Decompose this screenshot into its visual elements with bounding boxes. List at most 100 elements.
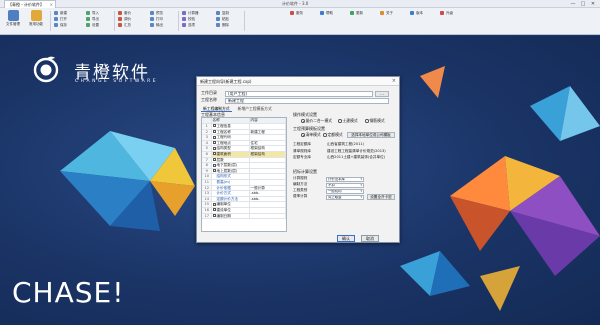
mode-option[interactable]: 钢筋模式 [365,118,385,123]
window-controls: — □ ✕ [568,0,598,8]
fish-small [480,266,520,311]
method-select[interactable]: 不扣 [326,182,364,188]
ribbon-item[interactable]: 升级 [440,10,453,16]
basic-info-grid: 名称 内容 1 工程信息 2 工程名称 新建工程 3 工程代码 4 工程地点 住宅 5 结构类型 框架结… [201,117,287,232]
ok-button[interactable]: 确认 [337,235,355,242]
ribbon-item[interactable]: 关于 [380,10,393,16]
new-project-dialog: 新建工程向导(新建工程.cxp) × 工作目录 (用户工程) ... 工程名称 … [196,76,400,243]
copy-icon [216,11,220,15]
ribbon-divider [114,11,115,31]
ribbon-group-pricing: 套价 调价 汇总 [118,10,131,32]
checkbox-icon[interactable] [212,146,216,150]
ribbon-group-report: 预览 打印 输出 [150,10,163,32]
adjust-icon [118,17,122,21]
service-icon [290,11,294,15]
checkbox-icon[interactable] [212,208,216,212]
file-manage-button[interactable]: 文件管理 [3,10,23,32]
checkbox-icon[interactable] [212,169,216,173]
row-name-text: 结构类型 [216,146,231,151]
import-icon [86,11,90,15]
template-option[interactable]: 定额模式 [323,132,343,137]
paste-icon [216,17,220,21]
row-name-text: 工程地点 [216,140,231,145]
checkbox-icon[interactable] [212,152,216,156]
version-icon [410,11,414,15]
radio-icon [301,133,305,137]
mode-option[interactable]: 量价二合一模式 [301,118,332,123]
save-icon [54,23,58,27]
select-row: 计算规则 [293,176,307,181]
dialog-close-icon[interactable]: × [392,77,396,86]
row-name-text: 计价依据 [216,185,231,190]
ribbon-item[interactable]: 设置 [86,22,99,28]
ribbon-item[interactable]: 选项 [182,22,199,28]
kv-label: 清单规则库 [293,149,311,153]
close-window-button[interactable]: ✕ [588,0,598,8]
ribbon-right-group: 更新 [350,10,363,32]
workdir-field[interactable]: (用户工程) [225,91,373,97]
ribbon-item[interactable]: 输出 [150,22,163,28]
calc-rule-select[interactable]: 计价范本库 [326,176,364,182]
slogan: CHASE! [12,276,125,309]
ribbon-item[interactable]: 版本 [410,10,423,16]
ribbon-right-group: 关于 [380,10,393,32]
project-name-field[interactable]: 新建工程 [225,98,389,104]
kv-value[interactable]: 山西2011土建+建筑装饰(合并单位) [327,155,385,160]
new-icon [54,11,58,15]
workdir-label: 工作目录 [201,90,217,95]
select-label: 计算规则 [293,176,308,180]
calc-section-title: 招标计算设置 [293,169,317,174]
ribbon-item[interactable]: 汇总 [118,22,131,28]
ribbon-item[interactable]: 删除 [216,22,229,28]
browse-button[interactable]: ... [375,91,389,97]
category-select[interactable]: 一般机构 [326,188,364,194]
checkbox-icon[interactable] [212,129,216,133]
file-manage-label: 文件管理 [6,22,20,26]
ribbon-item[interactable]: 帮助 [320,10,333,16]
checkbox-icon[interactable] [212,163,216,167]
row-name-text: 工程名称 [216,129,231,134]
print-icon [150,17,154,21]
maximize-button[interactable]: □ [578,0,588,8]
update-icon [350,11,354,15]
template-option[interactable]: 清单模式 [301,132,321,137]
row-name-text: 编制日期 [216,213,231,218]
rate-select[interactable]: 向上取整 [326,194,364,200]
document-tab[interactable]: 【青橙 - 计价软件】 × [4,0,56,8]
ribbon-divider [244,11,245,31]
checkbox-icon[interactable] [212,202,216,206]
rule-label: 工程定额库 [293,142,311,146]
rule-value[interactable]: 山西省建筑工程(2011) [327,142,364,147]
checkbox-icon[interactable] [212,157,216,161]
row-name[interactable]: 编制日期 [211,213,250,220]
ribbon-right-group: 升级 [440,10,453,32]
radio-icon [365,119,369,123]
checkbox-icon[interactable] [212,141,216,145]
ribbon-right-group: 帮助 [320,10,333,32]
price-icon [118,11,122,15]
ribbon-item[interactable]: 更新 [350,10,363,16]
minimize-button[interactable]: — [568,0,578,8]
row-name-text: 檐高(m) [216,180,231,185]
set-all-button[interactable]: 设置全开卡密 [367,194,395,200]
checkbox-icon[interactable] [212,135,216,139]
ribbon-item[interactable]: 保存 [54,22,67,28]
row-index: 17 [202,213,212,220]
checkbox-icon[interactable] [212,124,216,128]
common-functions-label: 常用功能 [29,22,43,26]
table-row[interactable]: 17 编制日期 [202,213,286,220]
close-tab-icon[interactable]: × [50,1,53,8]
checkbox-icon[interactable] [212,213,216,217]
mode-option[interactable]: 土建模式 [338,118,358,123]
common-functions-button[interactable]: 常用功能 [26,10,46,32]
ribbon-item[interactable]: 服务 [290,10,303,16]
choose-template-button[interactable]: 选择本地单位或公司模板 [347,131,395,138]
cancel-button[interactable]: 取消 [361,235,379,242]
template-section-title: 工程预算模板设置 [293,126,325,131]
output-icon [150,23,154,27]
kv-value[interactable]: 建设工程工程量清单计价规范(2013) [327,149,386,154]
star-icon [30,10,42,21]
row-name-text: 定额计价方法 [216,196,239,201]
tab-template-mode[interactable]: 新增户工程模板方式 [236,106,274,112]
row-value[interactable] [249,213,286,220]
